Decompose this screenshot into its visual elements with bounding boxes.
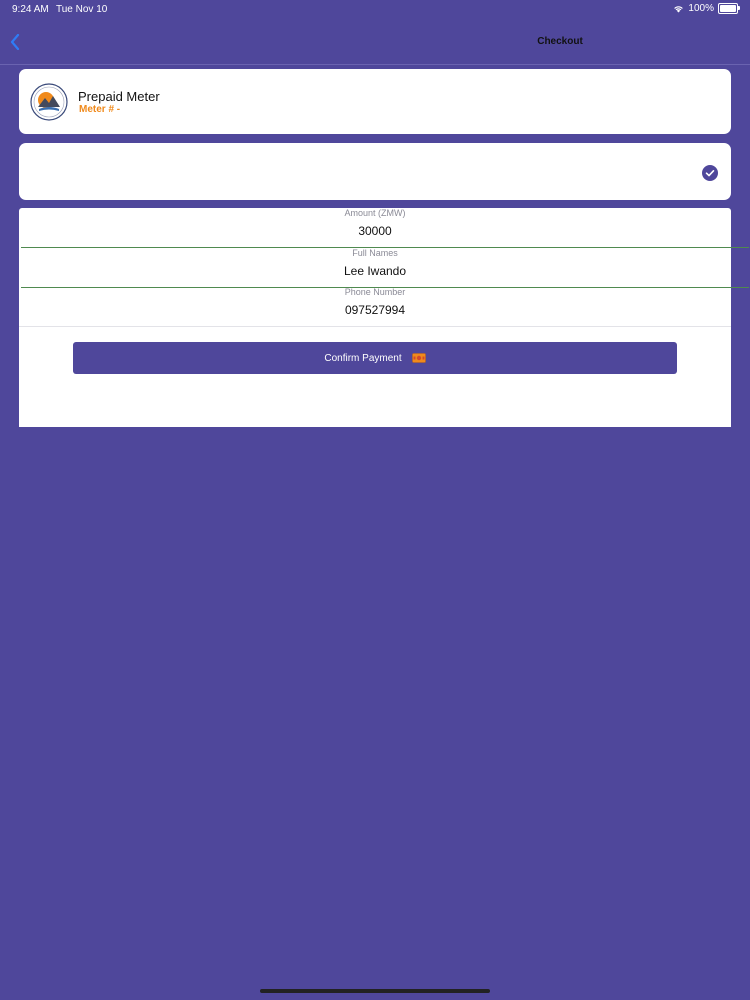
amount-label: Amount (ZMW) [344, 208, 406, 218]
back-button[interactable] [4, 30, 26, 54]
meter-title: Prepaid Meter [78, 89, 160, 104]
page-title: Checkout [537, 36, 583, 47]
field-divider [19, 326, 731, 327]
status-date: Tue Nov 10 [56, 4, 108, 15]
payment-form: Amount (ZMW) 30000 Full Names Lee Iwando… [19, 208, 749, 427]
confirm-payment-label: Confirm Payment [324, 352, 402, 364]
phone-field[interactable]: Phone Number 097527994 [19, 287, 731, 326]
full-names-field[interactable]: Full Names Lee Iwando [19, 248, 731, 287]
confirm-payment-button[interactable]: Confirm Payment [73, 342, 677, 374]
meter-number: Meter # - [79, 104, 121, 115]
selection-card[interactable] [19, 143, 731, 200]
utility-logo-icon [30, 83, 68, 121]
status-time: 9:24 AM [12, 4, 49, 15]
cash-icon [411, 353, 426, 363]
full-names-label: Full Names [352, 248, 398, 258]
full-names-input[interactable]: Lee Iwando [19, 264, 731, 278]
phone-input[interactable]: 097527994 [19, 303, 731, 317]
phone-label: Phone Number [344, 287, 406, 297]
meter-card[interactable]: Prepaid Meter Meter # - [19, 69, 731, 134]
amount-field[interactable]: Amount (ZMW) 30000 [19, 208, 731, 247]
wifi-icon [674, 5, 684, 12]
amount-input[interactable]: 30000 [19, 224, 731, 238]
status-indicators: 100% [673, 3, 740, 14]
chevron-left-icon [10, 34, 20, 50]
navigation-bar: Checkout [0, 20, 750, 65]
home-indicator[interactable] [260, 989, 490, 993]
checkmark-circle-icon [702, 165, 718, 181]
battery-percentage: 100% [688, 3, 714, 14]
battery-icon [718, 3, 740, 14]
status-bar: 9:24 AM Tue Nov 10 100% [0, 0, 750, 20]
